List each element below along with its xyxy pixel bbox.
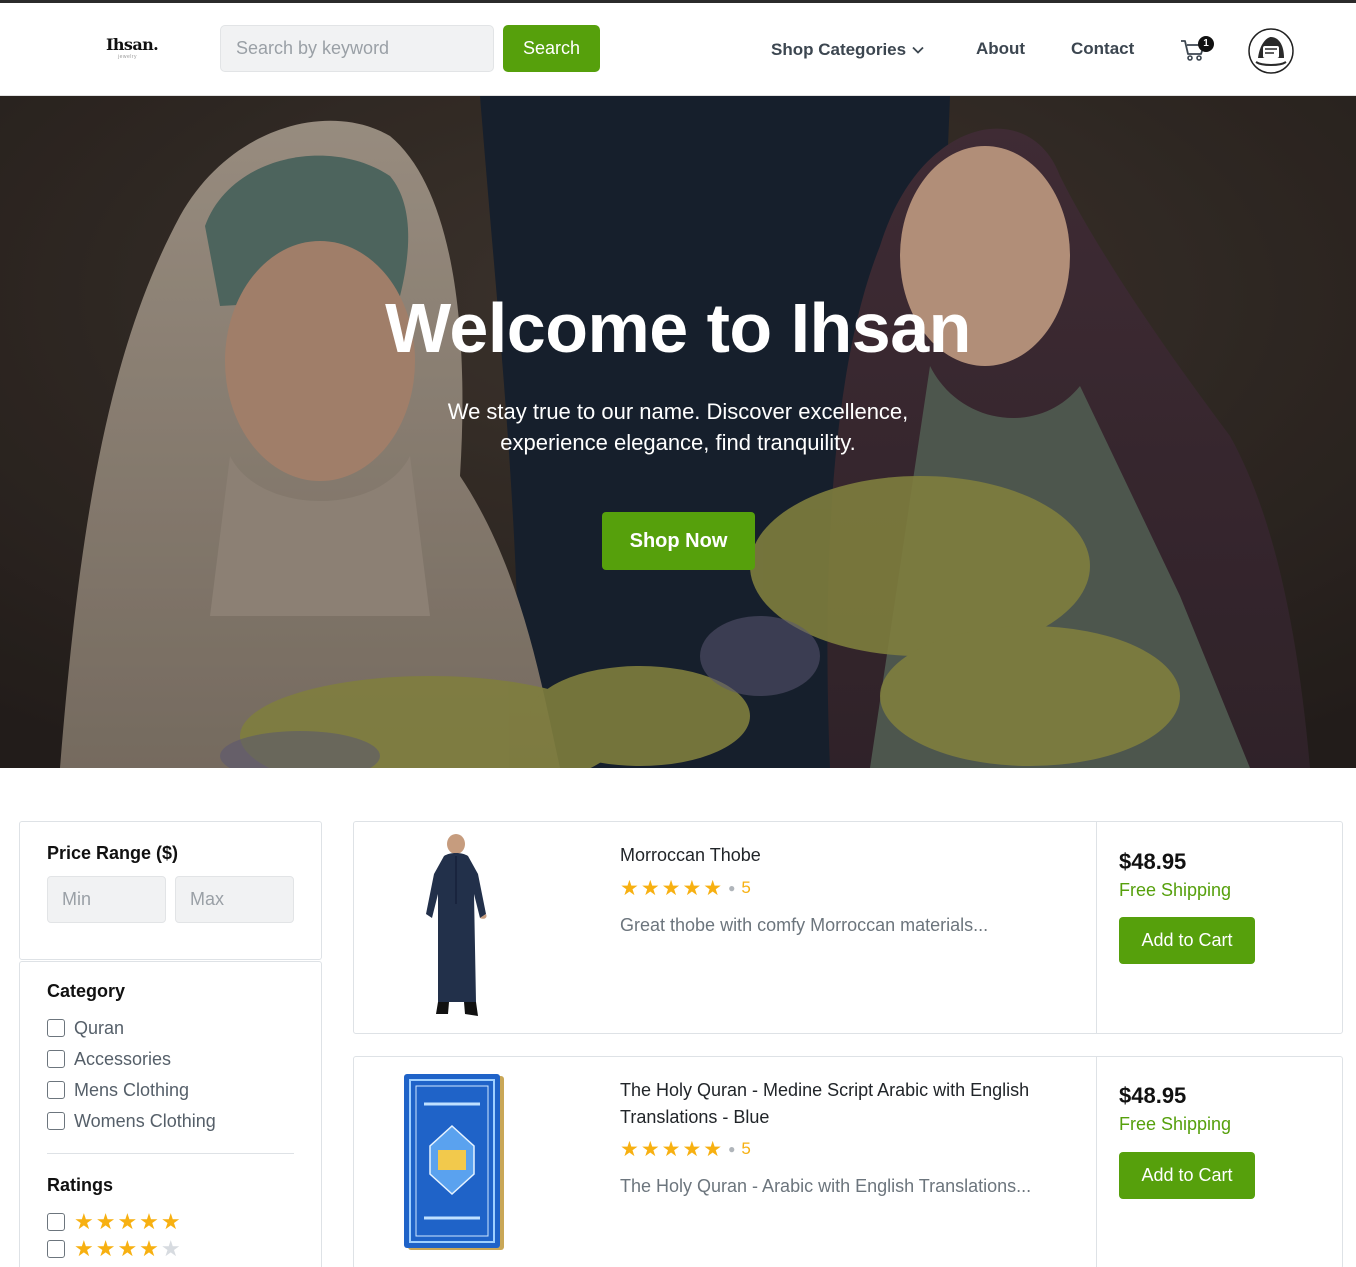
price-max-input[interactable] [175,876,294,923]
product-card: The Holy Quran - Medine Script Arabic wi… [353,1056,1343,1267]
category-option-mens-clothing[interactable]: Mens Clothing [47,1080,189,1100]
hero-banner: Welcome to Ihsan We stay true to our nam… [0,96,1356,768]
hero-subtitle-line-2: experience elegance, find tranquility. [500,430,856,455]
product-rating-count: 5 [741,878,751,897]
category-checkbox[interactable] [47,1081,65,1099]
brand-name: Ihsan. [106,35,159,54]
nav-about[interactable]: About [976,39,1025,59]
shop-now-button[interactable]: Shop Now [602,512,755,570]
category-label: Mens Clothing [74,1079,190,1100]
product-image-thobe[interactable] [422,834,504,1020]
chevron-down-icon [912,39,924,59]
product-title[interactable]: The Holy Quran - Medine Script Arabic wi… [620,1077,1070,1131]
price-min-input[interactable] [47,876,166,923]
product-price: $48.95 [1119,849,1187,874]
category-checkbox[interactable] [47,1019,65,1037]
category-option-womens-clothing[interactable]: Womens Clothing [47,1111,216,1131]
product-shipping: Free Shipping [1119,880,1232,900]
hero-title: Welcome to Ihsan [385,289,971,367]
product-title[interactable]: Morroccan Thobe [620,842,1070,869]
hero-subtitle: We stay true to our name. Discover excel… [378,396,978,458]
price-range-panel: Price Range ($) [19,821,322,960]
filter-divider [47,1153,294,1154]
nav-contact[interactable]: Contact [1071,39,1134,59]
cart-count-badge: 1 [1198,36,1214,52]
rating-separator-dot: ● [728,1142,738,1156]
category-label: Womens Clothing [74,1110,216,1131]
brand-tagline: jewelry [118,54,138,60]
category-label: Accessories [74,1048,172,1069]
product-card: Morroccan Thobe ★★★★★ ● 5 Great thobe with… [353,821,1343,1034]
category-option-accessories[interactable]: Accessories [47,1049,171,1069]
nav-shop-categories-label: Shop Categories [771,40,907,59]
rating-stars: ★★★★★ [74,1236,183,1261]
search-button[interactable]: Search [503,25,600,72]
product-rating: ★★★★★ ● 5 [620,1138,751,1161]
rating-option-4[interactable]: ★★★★★ [47,1236,183,1261]
user-avatar[interactable] [1248,28,1294,74]
category-option-quran[interactable]: Quran [47,1018,124,1038]
product-description: The Holy Quran - Arabic with English Tra… [620,1176,1032,1196]
rating-checkbox[interactable] [47,1213,65,1231]
product-description: Great thobe with comfy Morroccan materia… [620,915,989,935]
cart-button[interactable]: 1 [1180,36,1216,66]
category-checkbox[interactable] [47,1050,65,1068]
card-divider [1096,822,1097,1033]
category-label: Quran [74,1017,125,1038]
hero-subtitle-line-1: We stay true to our name. Discover excel… [447,399,909,424]
rating-option-5[interactable]: ★★★★★ [47,1209,183,1234]
category-checkbox[interactable] [47,1112,65,1130]
brand-logo[interactable]: Ihsan. jewelry [106,35,159,62]
product-image-quran[interactable] [404,1074,508,1252]
search-input[interactable] [220,25,494,72]
product-rating: ★★★★★ ● 5 [620,877,751,900]
add-to-cart-button[interactable]: Add to Cart [1119,917,1255,964]
cart-icon [1180,40,1206,66]
price-range-title: Price Range ($) [47,843,179,863]
top-navbar: Ihsan. jewelry Search Shop Categories Ab… [0,0,1356,96]
rating-separator-dot: ● [728,881,738,895]
add-to-cart-button[interactable]: Add to Cart [1119,1152,1255,1199]
card-divider [1096,1057,1097,1267]
rating-stars: ★★★★★ [74,1209,183,1234]
ratings-title: Ratings [47,1175,114,1195]
rating-checkbox[interactable] [47,1240,65,1258]
product-price: $48.95 [1119,1083,1187,1108]
product-rating-count: 5 [741,1139,751,1158]
product-shipping: Free Shipping [1119,1114,1232,1134]
nav-shop-categories[interactable]: Shop Categories [771,39,924,60]
category-title: Category [47,981,126,1001]
filter-panel: Category Quran Accessories Mens Clothing… [19,961,322,1267]
